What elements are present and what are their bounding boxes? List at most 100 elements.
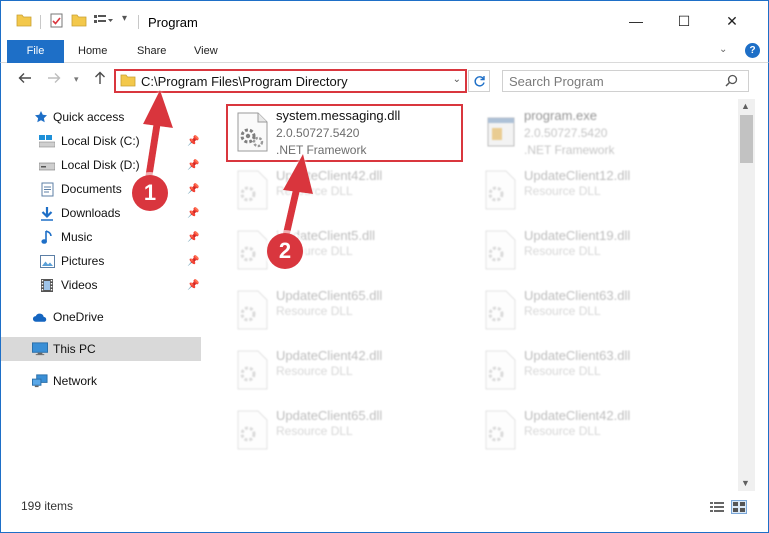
dll-gear-icon <box>482 230 518 270</box>
file-item[interactable]: UpdateClient12.dll Resource DLL <box>476 162 711 218</box>
search-box[interactable] <box>502 70 749 92</box>
tab-share[interactable]: Share <box>127 40 176 63</box>
nav-item-documents[interactable]: Documents 📌 <box>1 177 201 201</box>
nav-this-pc[interactable]: This PC <box>1 337 201 361</box>
nav-item-label: Pictures <box>61 254 105 268</box>
file-name: UpdateClient42.dll <box>524 408 631 423</box>
nav-item-music[interactable]: Music 📌 <box>1 225 201 249</box>
properties-icon[interactable] <box>49 13 64 28</box>
nav-network[interactable]: Network <box>1 369 201 393</box>
file-item[interactable]: UpdateClient65.dll Resource DLL <box>228 402 463 458</box>
nav-item-videos[interactable]: Videos 📌 <box>1 273 201 297</box>
ribbon-tabs: File Home Share View ⌄ ? <box>0 40 769 63</box>
refresh-button[interactable] <box>468 70 490 92</box>
expand-ribbon-chevron-icon[interactable]: ⌄ <box>719 44 727 55</box>
up-arrow-icon[interactable] <box>93 71 107 89</box>
view-options-icon[interactable] <box>93 13 113 27</box>
file-name: UpdateClient65.dll <box>276 288 383 303</box>
minimize-button[interactable]: — <box>613 1 659 41</box>
nav-item-local-disk-d[interactable]: Local Disk (D:) 📌 <box>1 153 201 177</box>
file-item[interactable]: UpdateClient5.dll Resource DLL <box>228 222 463 278</box>
nav-item-label: Music <box>61 230 93 244</box>
file-name: program.exe <box>524 108 597 123</box>
pin-icon[interactable]: 📌 <box>187 256 199 267</box>
star-icon <box>33 109 49 125</box>
new-folder-icon[interactable] <box>71 13 87 27</box>
file-item[interactable]: UpdateClient42.dll Resource DLL <box>228 342 463 398</box>
nav-network-label: Network <box>53 374 98 388</box>
details-view-icon[interactable] <box>709 500 725 514</box>
file-description: Resource DLL <box>276 364 353 378</box>
nav-quick-access-label: Quick access <box>53 110 125 124</box>
title-bar: ▾ Program — ☐ ✕ <box>0 0 769 40</box>
file-name: UpdateClient63.dll <box>524 288 631 303</box>
scroll-down-arrow-icon[interactable]: ▼ <box>741 478 750 488</box>
file-name: UpdateClient42.dll <box>276 348 383 363</box>
file-name: UpdateClient19.dll <box>524 228 631 243</box>
search-input[interactable] <box>509 71 719 91</box>
file-description: .NET Framework <box>524 143 615 157</box>
nav-onedrive-label: OneDrive <box>53 310 104 324</box>
file-item-program-exe[interactable]: program.exe 2.0.50727.5420 .NET Framewor… <box>476 104 711 160</box>
file-item[interactable]: UpdateClient42.dll Resource DLL <box>476 402 711 458</box>
back-arrow-icon[interactable] <box>18 71 32 89</box>
tab-file[interactable]: File <box>7 40 64 63</box>
nav-item-label: Local Disk (D:) <box>61 158 140 172</box>
address-bar[interactable]: C:\Program Files\Program Directory ⌄ <box>114 69 467 93</box>
file-item[interactable]: UpdateClient65.dll Resource DLL <box>228 282 463 338</box>
file-description: Resource DLL <box>524 244 601 258</box>
folder-icon <box>120 73 136 90</box>
file-item[interactable]: UpdateClient42.dll Resource DLL <box>228 162 463 218</box>
file-name: UpdateClient63.dll <box>524 348 631 363</box>
pin-icon[interactable]: 📌 <box>187 280 199 291</box>
pictures-icon <box>39 253 55 269</box>
dll-gear-icon <box>234 350 270 390</box>
nav-quick-access[interactable]: Quick access <box>1 105 201 129</box>
recent-locations-chevron-icon[interactable]: ▾ <box>74 74 79 85</box>
scroll-up-arrow-icon[interactable]: ▲ <box>741 101 750 111</box>
file-item[interactable]: UpdateClient19.dll Resource DLL <box>476 222 711 278</box>
file-item[interactable]: UpdateClient63.dll Resource DLL <box>476 282 711 338</box>
file-item[interactable]: UpdateClient63.dll Resource DLL <box>476 342 711 398</box>
pin-icon[interactable]: 📌 <box>187 160 199 171</box>
nav-item-downloads[interactable]: Downloads 📌 <box>1 201 201 225</box>
file-version: 2.0.50727.5420 <box>524 126 608 140</box>
dll-gear-icon <box>234 230 270 270</box>
file-description: Resource DLL <box>524 364 601 378</box>
close-button[interactable]: ✕ <box>709 1 755 41</box>
pin-icon[interactable]: 📌 <box>187 208 199 219</box>
nav-item-label: Downloads <box>61 206 121 220</box>
status-bar: 199 items <box>0 491 769 533</box>
this-pc-monitor-icon <box>32 341 48 357</box>
pin-icon[interactable]: 📌 <box>187 232 199 243</box>
address-dropdown-chevron-icon[interactable]: ⌄ <box>453 74 461 85</box>
file-description: Resource DLL <box>276 424 353 438</box>
help-icon[interactable]: ? <box>745 43 760 58</box>
large-icons-view-icon[interactable] <box>731 500 747 514</box>
pin-icon[interactable]: 📌 <box>187 184 199 195</box>
dll-gear-icon <box>234 410 270 450</box>
pin-icon[interactable]: 📌 <box>187 136 199 147</box>
address-path[interactable]: C:\Program Files\Program Directory <box>141 74 348 89</box>
nav-item-local-disk-c[interactable]: Local Disk (C:) 📌 <box>1 129 201 153</box>
downloads-arrow-icon <box>39 205 55 221</box>
nav-onedrive[interactable]: OneDrive <box>1 305 201 329</box>
tab-home[interactable]: Home <box>68 40 117 63</box>
scroll-thumb[interactable] <box>740 115 753 163</box>
customize-toolbar-chevron-icon[interactable]: ▾ <box>122 13 127 24</box>
dll-gear-icon <box>482 170 518 210</box>
music-note-icon <box>39 229 55 245</box>
tab-view[interactable]: View <box>184 40 228 63</box>
nav-item-pictures[interactable]: Pictures 📌 <box>1 249 201 273</box>
forward-arrow-icon[interactable] <box>47 71 61 89</box>
dll-gear-icon <box>482 410 518 450</box>
documents-icon <box>39 181 55 197</box>
maximize-button[interactable]: ☐ <box>661 1 707 41</box>
nav-item-label: Documents <box>61 182 122 196</box>
search-icon[interactable] <box>725 74 738 90</box>
file-name: UpdateClient65.dll <box>276 408 383 423</box>
onedrive-cloud-icon <box>32 309 48 325</box>
step-2-badge: 2 <box>267 233 303 269</box>
vertical-scrollbar[interactable]: ▲ ▼ <box>738 99 755 491</box>
nav-this-pc-label: This PC <box>53 342 96 356</box>
